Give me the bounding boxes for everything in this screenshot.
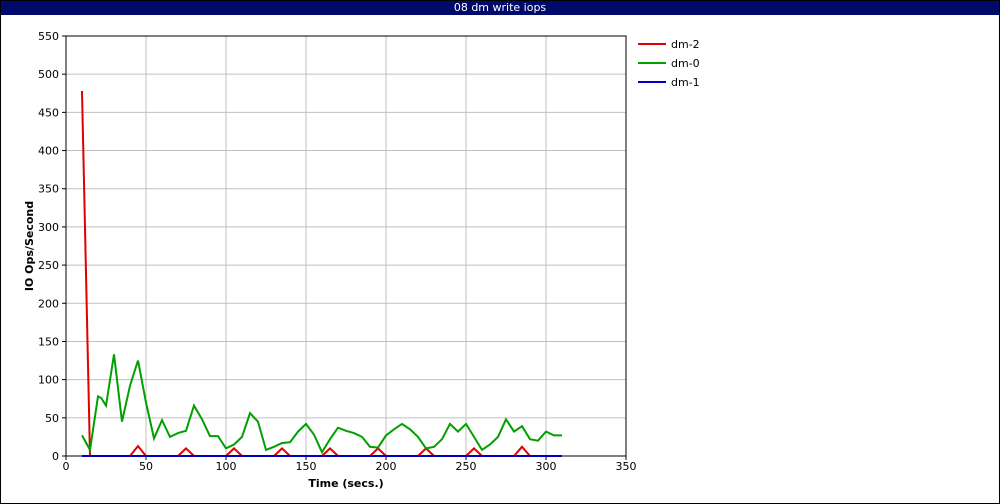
x-tick-label: 0 bbox=[63, 460, 70, 473]
y-tick-label: 250 bbox=[38, 259, 59, 272]
y-tick-label: 400 bbox=[38, 145, 59, 158]
y-tick-label: 300 bbox=[38, 221, 59, 234]
y-tick-label: 450 bbox=[38, 106, 59, 119]
x-tick-label: 100 bbox=[216, 460, 237, 473]
x-tick-label: 250 bbox=[456, 460, 477, 473]
y-tick-label: 200 bbox=[38, 297, 59, 310]
series-line-dm-0 bbox=[81, 354, 562, 455]
legend: dm-2 dm-0 dm-1 bbox=[638, 38, 700, 89]
y-tick-label: 50 bbox=[45, 412, 59, 425]
y-tick-label: 500 bbox=[38, 68, 59, 81]
x-tick-label: 150 bbox=[296, 460, 317, 473]
y-tick-label: 350 bbox=[38, 183, 59, 196]
line-chart: 0 50 100 150 200 250 300 350 0 50 100 150 200 250 300… bbox=[23, 30, 700, 490]
x-tick-label: 350 bbox=[616, 460, 637, 473]
y-tick-label: 100 bbox=[38, 374, 59, 387]
x-tick-label: 50 bbox=[139, 460, 153, 473]
y-tick-label: 0 bbox=[52, 450, 59, 463]
x-tick-label: 300 bbox=[536, 460, 557, 473]
grid bbox=[65, 35, 627, 457]
series-line-dm-2 bbox=[81, 90, 562, 457]
legend-label-dm-1: dm-1 bbox=[671, 76, 700, 89]
y-axis-label: IO Ops/Second bbox=[23, 201, 36, 291]
legend-label-dm-2: dm-2 bbox=[671, 38, 700, 51]
x-axis: 0 50 100 150 200 250 300 350 bbox=[63, 456, 637, 473]
legend-label-dm-0: dm-0 bbox=[671, 57, 700, 70]
y-axis: 0 50 100 150 200 250 300 350 400 450 500 550 bbox=[38, 30, 66, 463]
x-axis-label: Time (secs.) bbox=[308, 477, 383, 490]
y-tick-label: 550 bbox=[38, 30, 59, 43]
x-tick-label: 200 bbox=[376, 460, 397, 473]
series-lines bbox=[81, 90, 562, 457]
y-tick-label: 150 bbox=[38, 335, 59, 348]
plot-area bbox=[65, 35, 627, 457]
